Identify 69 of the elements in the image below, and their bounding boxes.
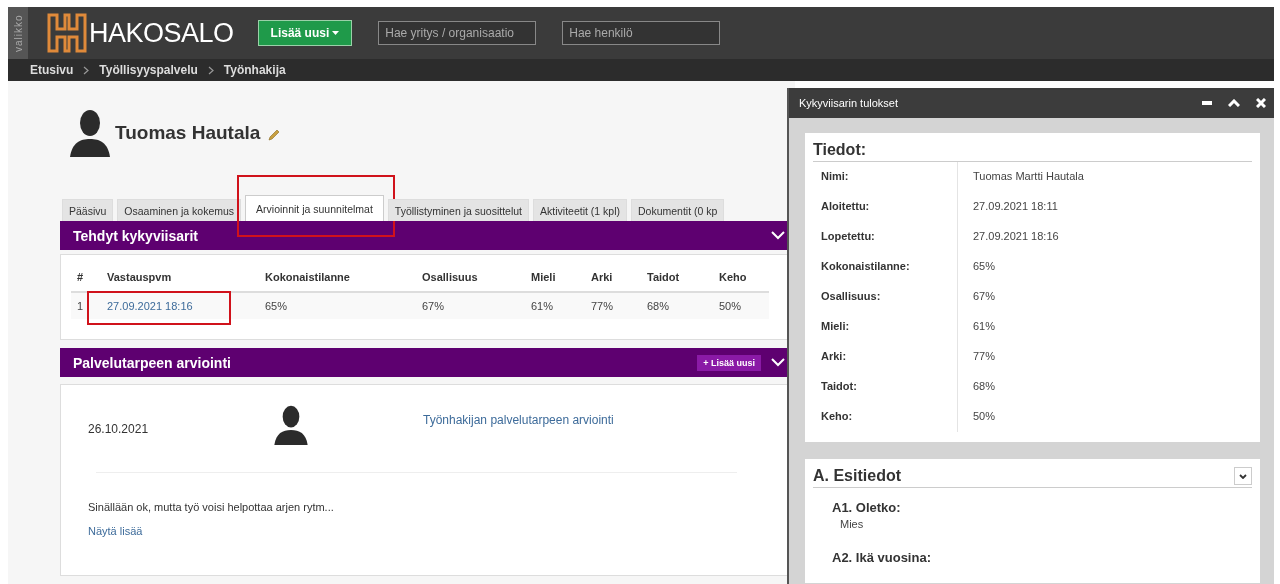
collapse-toggle[interactable] — [1234, 467, 1252, 485]
caret-icon — [332, 31, 340, 35]
table-cell: 67% — [422, 300, 445, 312]
field-value: 27.09.2021 18:11 — [972, 199, 1059, 214]
dialog-title: Kykyviisarin tulokset — [799, 97, 899, 109]
panel-title: Palvelutarpeen arviointi — [73, 354, 231, 371]
minimize-button[interactable] — [1200, 99, 1214, 107]
field-value: 50% — [972, 409, 997, 424]
field-label: Osallisuus: — [813, 282, 958, 312]
tab[interactable]: Arvioinnit ja suunnitelmat — [245, 195, 384, 221]
logo-wordmark: HAKOSALO — [89, 17, 234, 49]
field-label: Keho: — [813, 402, 958, 432]
chevron-down-icon — [1239, 473, 1247, 479]
avatar-icon — [70, 109, 110, 157]
entry-date: 26.10.2021 — [88, 422, 150, 436]
separator-icon — [207, 65, 214, 75]
separator-icon — [83, 65, 90, 75]
field-label: Lopetettu: — [813, 222, 958, 252]
field-value: 27.09.2021 18:16 — [972, 229, 1060, 244]
field-label: Arki: — [813, 342, 958, 372]
table-cell: 61% — [531, 300, 554, 312]
chevron-up-icon — [1228, 99, 1240, 107]
section-title: A. Esitiedot — [813, 467, 901, 485]
minimize-icon — [1202, 101, 1212, 105]
entry-link[interactable]: Työnhakijan palvelutarpeen arviointi — [423, 413, 614, 427]
field-value: 61% — [972, 319, 997, 334]
tab[interactable]: Dokumentit (0 kp — [631, 199, 725, 221]
chevron-down-icon — [771, 231, 785, 240]
field-value: 77% — [972, 349, 997, 364]
collapse-button[interactable] — [1226, 97, 1242, 109]
field-value: 68% — [972, 379, 997, 394]
table-cell: 77% — [591, 300, 614, 312]
field-value: 65% — [972, 259, 997, 274]
breadcrumb-link[interactable]: Etusivu — [30, 63, 74, 77]
table-cell: 68% — [647, 300, 670, 312]
field-label: Nimi: — [813, 162, 958, 192]
pencil-icon — [268, 129, 281, 141]
field-label: Mieli: — [813, 312, 958, 342]
show-more-link[interactable]: Näytä lisää — [88, 525, 143, 537]
tab[interactable]: Osaaminen ja kokemus — [117, 199, 242, 221]
close-icon — [1256, 98, 1266, 108]
section-title: Tiedot: — [813, 141, 867, 159]
entry-summary: Sinällään ok, mutta työ voisi helpottaa arjen rytm... — [88, 501, 335, 513]
field-value: 67% — [972, 289, 997, 304]
add-new-button[interactable]: Lisää uusi — [257, 20, 353, 46]
field-label: Aloitettu: — [813, 192, 958, 222]
person-name: Tuomas Hautala — [115, 122, 261, 144]
field-value: Tuomas Martti Hautala — [972, 169, 1085, 184]
tab[interactable]: Pääsivu — [62, 199, 114, 221]
breadcrumb-link[interactable]: Työnhakija — [223, 63, 286, 77]
table-cell: 65% — [265, 300, 288, 312]
tab[interactable]: Aktiviteetit (1 kpl) — [533, 199, 627, 221]
close-button[interactable] — [1254, 96, 1268, 110]
question-label: A2. Ikä vuosina: — [832, 550, 932, 565]
table-cell: 1 — [77, 300, 84, 312]
tab[interactable]: Työllistyminen ja suosittelut — [387, 199, 530, 221]
panel-title: Tehdyt kykyviisarit — [73, 227, 199, 244]
question-label: A1. Oletko: — [832, 500, 902, 515]
avatar-icon — [273, 405, 309, 445]
search-field[interactable]: Hae henkilö — [562, 21, 721, 45]
chevron-down-icon — [771, 358, 785, 367]
answer-text: Mies — [839, 517, 865, 530]
add-new-button[interactable]: + Lisää uusi — [697, 354, 761, 371]
table-cell: 50% — [719, 300, 742, 312]
field-label: Taidot: — [813, 372, 958, 402]
logo-icon — [47, 13, 87, 53]
field-label: Kokonaistilanne: — [813, 252, 958, 282]
breadcrumb-link[interactable]: Työllisyyspalvelu — [99, 63, 198, 77]
search-field[interactable]: Hae yritys / organisaatio — [378, 21, 537, 45]
